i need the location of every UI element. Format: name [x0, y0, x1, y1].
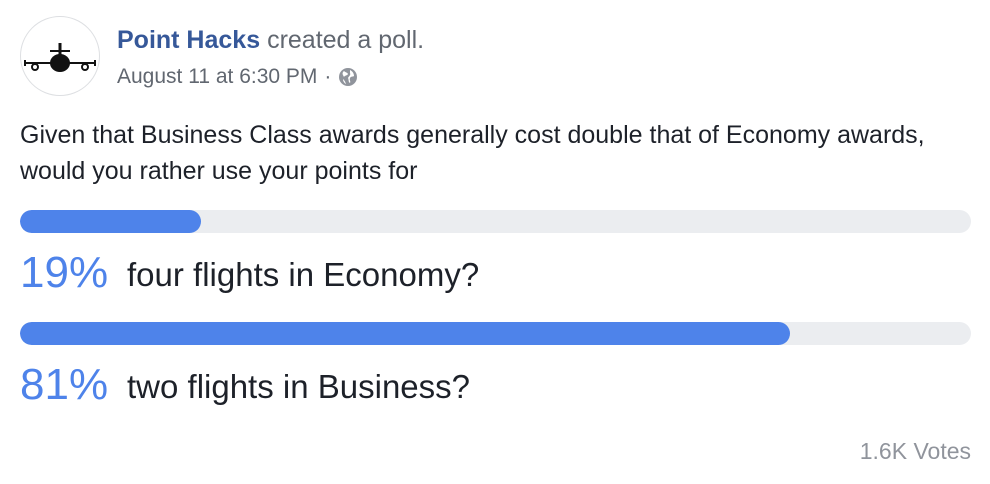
post-meta: August 11 at 6:30 PM · [117, 63, 358, 91]
poll-option-economy[interactable]: 19% four flights in Economy? [20, 210, 971, 307]
poll-option-bar-fill [20, 210, 201, 233]
globe-icon[interactable] [338, 67, 358, 87]
poll-option-bar-track [20, 210, 971, 233]
poll-option-bar-track [20, 322, 971, 345]
poll-question: Given that Business Class awards general… [20, 121, 925, 185]
author-name-link[interactable]: Point Hacks [117, 26, 260, 54]
poll-post: Point Hacks created a poll. August 11 at… [0, 0, 990, 484]
post-action-text: created a poll. [267, 26, 424, 54]
poll-option-label: four flights in Economy? [127, 256, 480, 293]
action-text: created a poll. [267, 26, 425, 54]
page-avatar[interactable] [20, 16, 100, 96]
poll-vote-count-link[interactable]: 1.6K Votes [860, 437, 971, 465]
airplane-icon [24, 43, 96, 72]
poll-option-percent: 19% [20, 248, 109, 297]
poll-option-bar-fill [20, 322, 791, 345]
poll-option-label: two flights in Business? [127, 368, 471, 405]
post-timestamp-link[interactable]: August 11 at 6:30 PM [117, 63, 317, 91]
poll-option-business[interactable]: 81% two flights in Business? [20, 322, 971, 419]
poll-option-row: 19% four flights in Economy? [20, 247, 971, 307]
meta-separator: · [324, 65, 332, 88]
poll-option-row: 81% two flights in Business? [20, 359, 971, 419]
poll-option-percent: 81% [20, 360, 109, 409]
post-header: Point Hacks created a poll. [117, 24, 424, 56]
